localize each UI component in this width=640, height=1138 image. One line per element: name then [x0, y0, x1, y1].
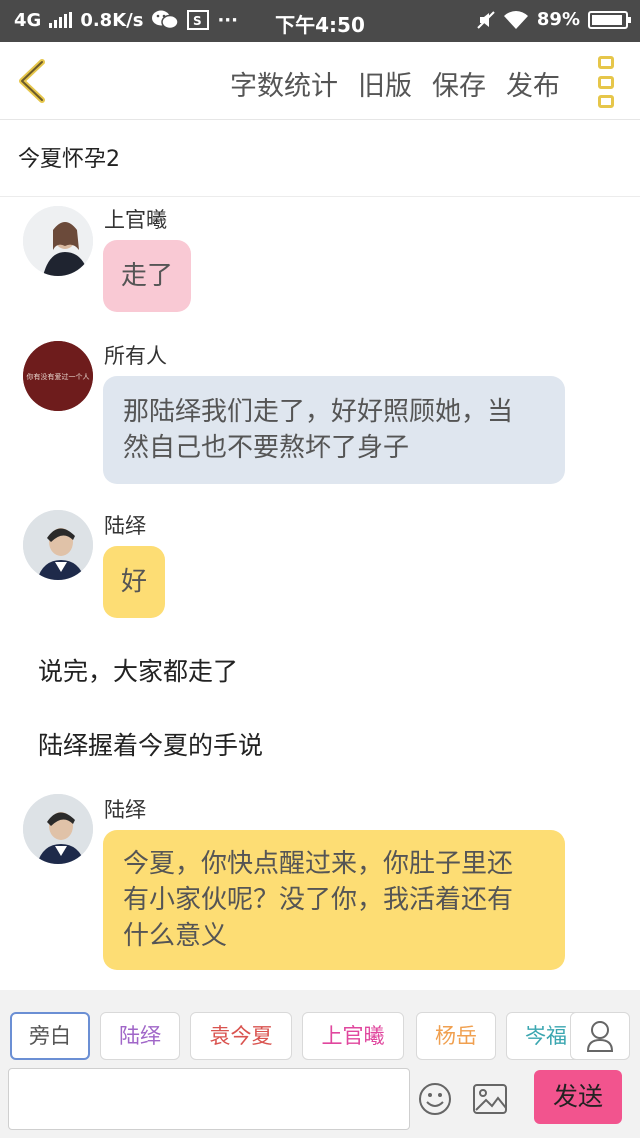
wifi-icon: [503, 10, 528, 29]
back-icon[interactable]: [14, 58, 54, 104]
more-icon[interactable]: [598, 56, 616, 108]
story-title: 今夏怀孕2: [18, 147, 120, 172]
mute-icon: [477, 10, 495, 29]
input-bar: 发送: [0, 1066, 640, 1138]
role-chip[interactable]: 上官曦: [302, 1012, 404, 1060]
narration-text[interactable]: 陆绎握着今夏的手说: [38, 726, 263, 762]
avatar[interactable]: [23, 206, 93, 276]
battery-icon: [588, 10, 631, 29]
sender-name: 陆绎: [104, 514, 146, 538]
save-button[interactable]: 保存: [432, 64, 486, 103]
emoji-icon[interactable]: [418, 1082, 452, 1116]
message-bubble[interactable]: 好: [103, 546, 166, 618]
story-title-row[interactable]: 今夏怀孕2: [0, 121, 640, 197]
message-line: 有小家伙呢？没了你，我活着还有: [123, 885, 514, 915]
message-line: 今夏，你快点醒过来，你肚子里还: [123, 849, 514, 879]
role-chip[interactable]: 袁今夏: [190, 1012, 292, 1060]
message-bubble[interactable]: 走了: [103, 240, 192, 312]
user-icon: [586, 1021, 614, 1052]
message-line: 什么意义: [123, 921, 228, 951]
battery-percent: 89%: [536, 9, 580, 30]
app-bar: 字数统计 旧版 保存 发布: [0, 42, 640, 120]
top-actions: 字数统计 旧版 保存 发布: [230, 64, 560, 103]
avatar[interactable]: 你有没有爱过一个人: [23, 341, 93, 411]
image-icon[interactable]: [472, 1082, 508, 1116]
old-version-button[interactable]: 旧版: [358, 64, 412, 103]
narration-text[interactable]: 说完，大家都走了: [38, 652, 238, 688]
status-bar: 4G 0.8K/s S ··· 下午4:50 89%: [0, 0, 640, 42]
message-line: 那陆绎我们走了，好好照顾她，当: [123, 397, 514, 427]
message-bubble[interactable]: 那陆绎我们走了，好好照顾她，当 然自己也不要熬坏了身子: [103, 376, 565, 484]
message-line: 然自己也不要熬坏了身子: [123, 433, 410, 463]
sender-name: 所有人: [104, 344, 167, 368]
role-chip[interactable]: 陆绎: [100, 1012, 180, 1060]
send-button[interactable]: 发送: [534, 1070, 622, 1124]
message-bubble[interactable]: 今夏，你快点醒过来，你肚子里还 有小家伙呢？没了你，我活着还有 什么意义: [103, 830, 565, 970]
avatar[interactable]: [23, 794, 93, 864]
avatar[interactable]: [23, 510, 93, 580]
publish-button[interactable]: 发布: [506, 64, 560, 103]
role-chip-narrator[interactable]: 旁白: [10, 1012, 90, 1060]
chat-area: 上官曦 走了 你有没有爱过一个人 所有人 那陆绎我们走了，好好照顾她，当 然自己…: [0, 198, 640, 990]
avatar-caption: 你有没有爱过一个人: [27, 372, 90, 381]
message-input[interactable]: [8, 1068, 410, 1130]
add-role-button[interactable]: [570, 1012, 630, 1060]
status-right: 89%: [477, 9, 631, 30]
word-count-button[interactable]: 字数统计: [230, 64, 338, 103]
sender-name: 陆绎: [104, 798, 146, 822]
role-chip[interactable]: 杨岳: [416, 1012, 496, 1060]
role-selector: 旁白 陆绎 袁今夏 上官曦 杨岳 岑福: [0, 990, 640, 1066]
sender-name: 上官曦: [104, 208, 167, 232]
